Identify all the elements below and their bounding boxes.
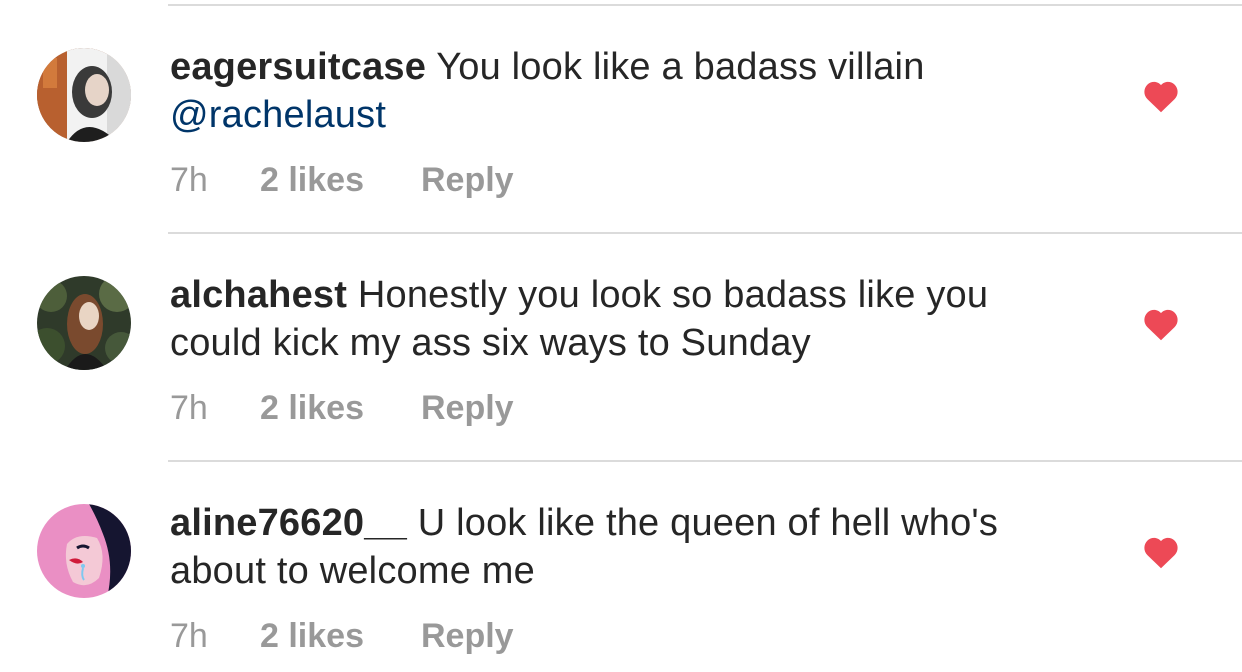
comment-body: aline76620__ U look like the queen of he… (170, 499, 1070, 595)
avatar-image (37, 48, 131, 142)
comment-likes[interactable]: 2 likes (260, 388, 364, 428)
comment-username[interactable]: aline76620__ (170, 502, 407, 544)
avatar-image (37, 276, 131, 370)
comment-mention[interactable]: @rachelaust (170, 94, 386, 136)
reply-button[interactable]: Reply (421, 160, 514, 200)
comment-time: 7h (170, 617, 208, 655)
comment-body: alchahest Honestly you look so badass li… (170, 271, 1070, 367)
comment-item: alchahest Honestly you look so badass li… (0, 228, 1242, 456)
avatar[interactable] (37, 504, 131, 598)
heart-icon[interactable] (1142, 307, 1180, 341)
comment-time: 7h (170, 161, 208, 199)
heart-icon[interactable] (1142, 79, 1180, 113)
comment-time: 7h (170, 389, 208, 427)
reply-button[interactable]: Reply (421, 616, 514, 656)
avatar[interactable] (37, 276, 131, 370)
reply-button[interactable]: Reply (421, 388, 514, 428)
comment-body: eagersuitcase You look like a badass vil… (170, 43, 1070, 139)
comment-username[interactable]: eagersuitcase (170, 46, 426, 88)
comments-list: eagersuitcase You look like a badass vil… (0, 0, 1242, 672)
comment-likes[interactable]: 2 likes (260, 616, 364, 656)
comment-text: You look like a badass villain (436, 46, 925, 88)
comment-item: eagersuitcase You look like a badass vil… (0, 0, 1242, 228)
avatar-image (37, 504, 131, 598)
heart-icon[interactable] (1142, 535, 1180, 569)
comment-likes[interactable]: 2 likes (260, 160, 364, 200)
avatar[interactable] (37, 48, 131, 142)
comment-item: aline76620__ U look like the queen of he… (0, 456, 1242, 672)
comment-username[interactable]: alchahest (170, 274, 347, 316)
